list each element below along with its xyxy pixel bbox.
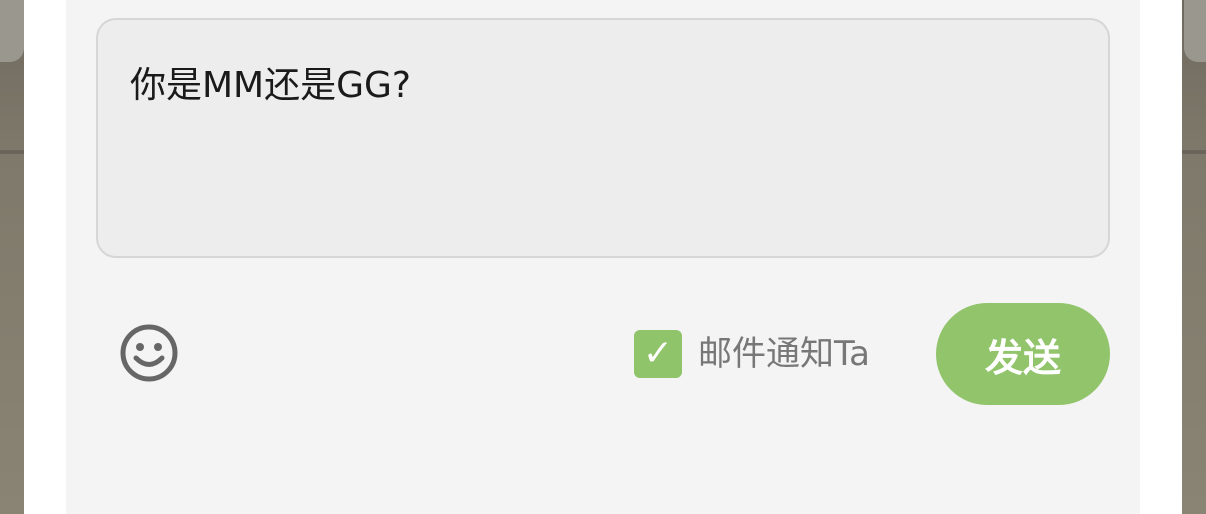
- backdrop-divider-left: [0, 150, 24, 154]
- backdrop-right: [1182, 0, 1206, 514]
- comment-dialog: ✓ 邮件通知Ta 发送: [24, 0, 1182, 514]
- message-textarea[interactable]: [98, 20, 1108, 256]
- smiley-face-icon[interactable]: [118, 322, 180, 384]
- backdrop-left: [0, 0, 24, 514]
- email-notify-toggle[interactable]: ✓ 邮件通知Ta: [634, 330, 870, 378]
- backdrop-tab-right: [1184, 0, 1206, 62]
- email-notify-label: 邮件通知Ta: [698, 334, 870, 374]
- email-notify-checkbox[interactable]: ✓: [634, 330, 682, 378]
- page: ✓ 邮件通知Ta 发送: [0, 0, 1206, 514]
- message-input-box: [96, 18, 1110, 258]
- comment-panel: ✓ 邮件通知Ta 发送: [66, 0, 1140, 514]
- backdrop-tab-left: [0, 0, 24, 62]
- send-button[interactable]: 发送: [936, 303, 1110, 405]
- check-icon: ✓: [642, 333, 674, 374]
- backdrop-divider-right: [1182, 150, 1206, 154]
